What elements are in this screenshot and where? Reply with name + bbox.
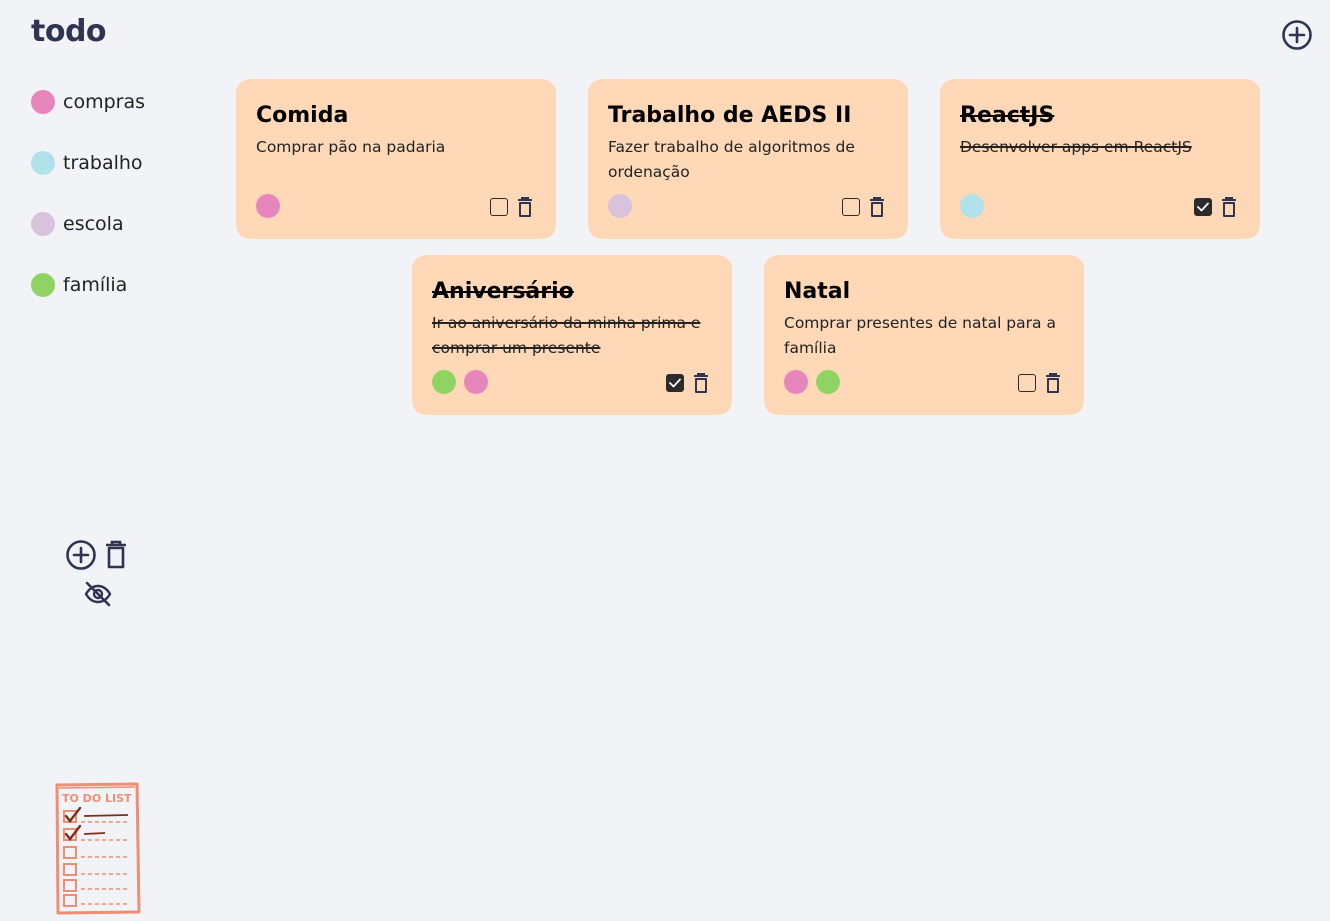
note-tag-dot: [256, 194, 280, 218]
note-controls: [666, 372, 710, 394]
note-card: Aniversário Ir ao aniversário da minha p…: [412, 255, 732, 415]
checkmark-icon: [669, 378, 681, 388]
category-item-compras[interactable]: compras: [31, 90, 145, 114]
note-tags: [432, 370, 496, 394]
note-tag-dot: [816, 370, 840, 394]
category-item-trabalho[interactable]: trabalho: [31, 151, 143, 175]
note-tags: [784, 370, 848, 394]
category-label: família: [63, 274, 128, 296]
add-note-icon[interactable]: [1281, 19, 1313, 51]
note-tag-dot: [432, 370, 456, 394]
checkmark-icon: [1197, 202, 1209, 212]
note-description: Ir ao aniversário da minha prima e compr…: [432, 314, 701, 357]
note-controls: [842, 196, 886, 218]
category-label: escola: [63, 213, 124, 235]
note-tag-dot: [464, 370, 488, 394]
delete-category-icon[interactable]: [101, 539, 131, 571]
note-done-checkbox[interactable]: [1194, 198, 1212, 216]
category-label: compras: [63, 91, 145, 113]
add-category-icon[interactable]: [65, 539, 97, 571]
note-tags: [960, 194, 992, 218]
app-title: todo: [31, 14, 107, 49]
note-tag-dot: [608, 194, 632, 218]
category-color-dot: [31, 90, 55, 114]
note-description: Comprar presentes de natal para a famíli…: [784, 314, 1056, 357]
note-title: Comida: [256, 103, 349, 128]
category-color-dot: [31, 273, 55, 297]
note-card: Natal Comprar presentes de natal para a …: [764, 255, 1084, 415]
note-description: Desenvolver apps em ReactJS: [960, 138, 1192, 156]
delete-note-icon[interactable]: [868, 196, 886, 218]
note-tag-dot: [784, 370, 808, 394]
note-tag-dot: [960, 194, 984, 218]
note-done-checkbox[interactable]: [490, 198, 508, 216]
note-controls: [1194, 196, 1238, 218]
todo-list-logo-icon: TO DO LIST: [53, 782, 143, 920]
delete-note-icon[interactable]: [692, 372, 710, 394]
note-tags: [256, 194, 288, 218]
eye-off-icon[interactable]: [83, 579, 113, 609]
category-color-dot: [31, 212, 55, 236]
note-done-checkbox[interactable]: [666, 374, 684, 392]
note-title: Natal: [784, 279, 851, 304]
note-done-checkbox[interactable]: [842, 198, 860, 216]
note-card: ReactJS Desenvolver apps em ReactJS: [940, 79, 1260, 239]
delete-note-icon[interactable]: [516, 196, 534, 218]
note-done-checkbox[interactable]: [1018, 374, 1036, 392]
note-controls: [490, 196, 534, 218]
delete-note-icon[interactable]: [1220, 196, 1238, 218]
note-title: Aniversário: [432, 279, 574, 304]
delete-note-icon[interactable]: [1044, 372, 1062, 394]
note-card: Comida Comprar pão na padaria: [236, 79, 556, 239]
category-item-familia[interactable]: família: [31, 273, 127, 297]
note-card: Trabalho de AEDS II Fazer trabalho de al…: [588, 79, 908, 239]
note-description: Fazer trabalho de algoritmos de ordenaçã…: [608, 138, 855, 181]
note-title: Trabalho de AEDS II: [608, 103, 852, 128]
note-description: Comprar pão na padaria: [256, 138, 446, 156]
logo-text: TO DO LIST: [62, 792, 132, 805]
note-title: ReactJS: [960, 103, 1055, 128]
note-controls: [1018, 372, 1062, 394]
category-color-dot: [31, 151, 55, 175]
note-tags: [608, 194, 640, 218]
category-item-escola[interactable]: escola: [31, 212, 124, 236]
category-label: trabalho: [63, 152, 143, 174]
